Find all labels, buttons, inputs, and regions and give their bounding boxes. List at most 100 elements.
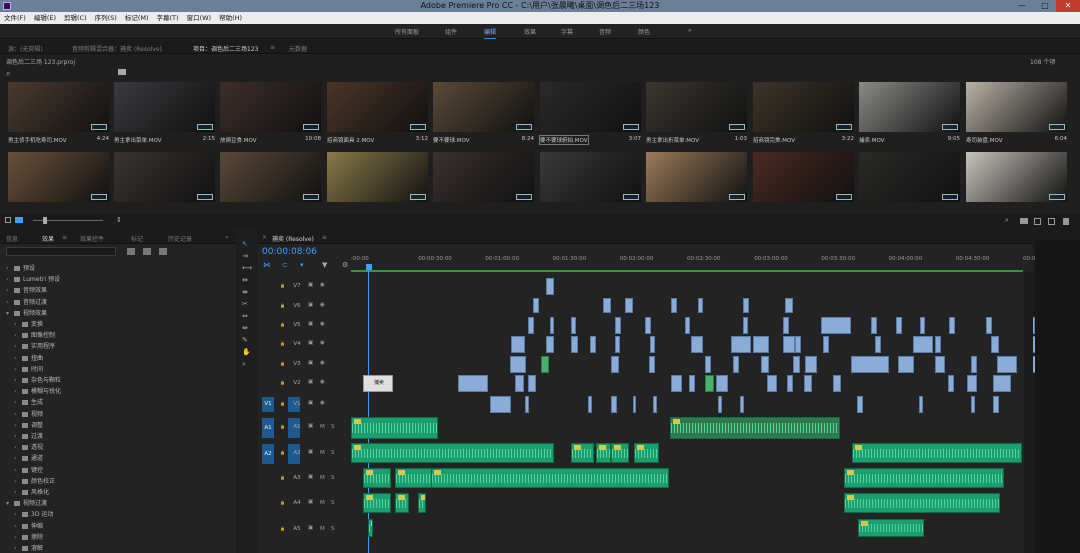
effects-tree-item[interactable]: › 图像控制 [14,330,55,339]
sync-lock-icon[interactable]: ▣ [308,449,313,455]
selection-tool-icon[interactable]: ↖ [242,240,248,248]
video-clip[interactable] [645,317,651,334]
effects-tree-item[interactable]: ▾ 视频过渡 [6,498,47,507]
sync-lock-icon[interactable]: ▣ [308,499,313,505]
video-clip[interactable] [857,396,863,413]
clip-thumbnail[interactable] [966,152,1067,202]
mute-button[interactable]: M [320,475,325,481]
audio-clip[interactable] [351,417,438,439]
video-clip[interactable] [935,356,945,373]
mute-button[interactable]: M [320,500,325,506]
video-clip[interactable] [795,336,801,353]
collapsed-arrow-icon[interactable]: › [14,467,22,474]
effects-tree-item[interactable]: › 生成 [14,397,43,406]
new-bin-icon[interactable] [1020,218,1028,224]
effects-tree-item[interactable]: › 杂色与颗粒 [14,375,61,384]
collapsed-arrow-icon[interactable]: › [14,355,22,362]
video-clip[interactable] [920,317,925,334]
menu-item[interactable]: 字幕(T) [153,12,183,24]
new-item-icon[interactable] [1048,218,1055,225]
collapsed-arrow-icon[interactable]: › [14,422,22,429]
menu-item[interactable]: 序列(S) [91,12,121,24]
effects-tree-item[interactable]: › 变换 [14,319,43,328]
solo-button[interactable]: S [331,475,335,481]
sync-lock-icon[interactable]: ▣ [308,400,313,406]
clip-thumbnail[interactable] [327,82,428,132]
video-clip[interactable] [671,298,677,313]
clip-thumbnail[interactable] [114,82,215,132]
new-item-icon[interactable] [1034,218,1041,225]
video-clip[interactable]: 捕卖 [363,375,393,392]
effects-tree-item[interactable]: › 音频效果 [6,285,47,294]
video-clip[interactable] [986,317,992,334]
clip-thumbnail[interactable] [220,82,321,132]
collapsed-arrow-icon[interactable]: › [14,511,22,518]
accelerated-effects-icon[interactable] [127,248,135,255]
expanded-arrow-icon[interactable]: ▾ [6,500,14,507]
audio-clip[interactable] [858,519,924,537]
video-clip[interactable] [691,336,703,353]
workspace-tab[interactable]: 组件 [445,27,457,36]
audio-clip[interactable] [596,443,611,463]
audio-clip[interactable] [611,443,629,463]
video-clip[interactable] [611,356,619,373]
effects-tree-item[interactable]: › 时间 [14,364,43,373]
video-clip[interactable] [949,317,955,334]
video-clip[interactable] [718,396,722,413]
collapsed-arrow-icon[interactable]: › [14,411,22,418]
lock-icon[interactable]: 🔒 [280,475,285,480]
video-clip[interactable] [528,317,534,334]
collapsed-arrow-icon[interactable]: › [6,265,14,272]
video-clip[interactable] [705,375,714,392]
video-clip[interactable] [783,317,789,334]
video-clip[interactable] [993,396,999,413]
collapsed-arrow-icon[interactable]: › [14,321,22,328]
eye-icon[interactable]: ◉ [320,302,325,308]
audio-clip[interactable] [395,493,409,513]
pen-tool-icon[interactable]: ✎ [242,336,248,344]
sync-lock-icon[interactable]: ▣ [308,302,313,308]
lock-icon[interactable]: 🔒 [280,283,285,288]
lock-icon[interactable]: 🔒 [280,341,285,346]
video-clip[interactable] [490,396,511,413]
sync-lock-icon[interactable]: ▣ [308,525,313,531]
collapsed-arrow-icon[interactable]: › [14,388,22,395]
eye-icon[interactable]: ◉ [320,400,325,406]
collapsed-arrow-icon[interactable]: › [14,455,22,462]
solo-button[interactable]: S [331,450,335,456]
video-clip[interactable] [993,375,1011,392]
menu-item[interactable]: 编辑(E) [30,12,60,24]
clip-thumbnail[interactable] [8,152,109,202]
slip-tool-icon[interactable]: ⇔ [242,312,248,320]
icon-view-icon[interactable] [15,217,23,223]
audio-clip[interactable] [431,468,669,488]
video-clip[interactable] [785,298,793,313]
video-clip[interactable] [705,356,711,373]
effects-tree-item[interactable]: › 溶解 [14,543,43,552]
video-clip[interactable] [510,356,526,373]
lock-icon[interactable]: 🔒 [280,424,285,429]
clip-thumbnail[interactable] [433,82,534,132]
video-clip[interactable] [515,375,524,392]
sync-lock-icon[interactable]: ▣ [308,360,313,366]
video-clip[interactable] [823,336,829,353]
audio-clip[interactable] [418,493,426,513]
collapsed-arrow-icon[interactable]: › [14,523,22,530]
video-clip[interactable] [971,356,977,373]
video-clip[interactable] [633,396,636,413]
ripple-edit-tool-icon[interactable]: ⟷ [242,264,252,272]
video-clip[interactable] [753,336,769,353]
collapsed-arrow-icon[interactable]: › [14,444,22,451]
audio-clip[interactable] [844,493,1000,513]
effects-tree-item[interactable]: ▾ 视频效果 [6,308,47,317]
video-clip[interactable] [787,375,793,392]
mute-button[interactable]: M [320,450,325,456]
video-clip[interactable] [546,278,554,295]
sync-lock-icon[interactable]: ▣ [308,321,313,327]
audio-clip[interactable] [351,443,554,463]
clip-thumbnail[interactable] [646,152,747,202]
video-clip[interactable] [649,356,655,373]
effects-tab-menu[interactable]: ≡ [62,234,67,241]
timeline-vertical-scrollbar[interactable] [1024,272,1033,553]
audio-clip[interactable] [363,468,391,488]
